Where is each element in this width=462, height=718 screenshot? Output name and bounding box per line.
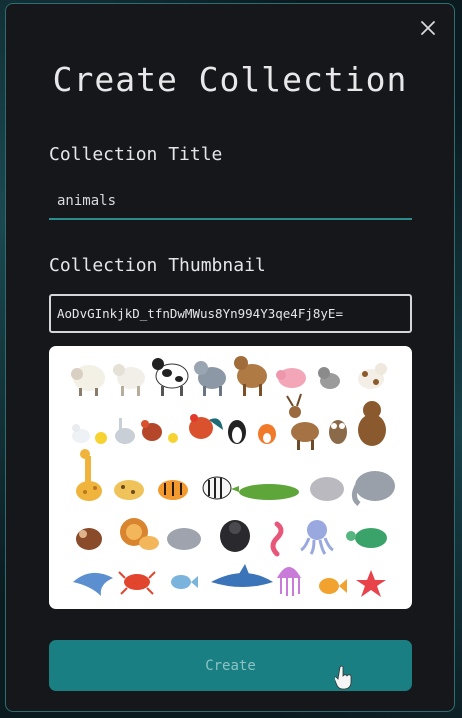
fish-figure [171,575,198,589]
goose-figure [115,418,135,444]
dog-figure [358,363,387,389]
hen-figure [141,420,162,441]
penguin-figure [228,420,246,444]
leopard-figure [114,480,144,500]
giraffe-figure [76,449,102,501]
rooster-figure [189,414,223,439]
dolphin-figure [73,572,113,596]
duckling-figure [95,432,107,444]
close-icon [421,21,435,35]
goldfish-figure [319,578,347,594]
collection-title-input[interactable] [49,184,412,220]
hippo-figure-row3 [310,477,344,501]
fox-figure [258,424,276,444]
collection-title-label: Collection Title [49,144,223,165]
owl-figure [329,420,347,444]
crab-figure [118,571,156,595]
pig-figure [276,368,306,388]
deer-figure [286,393,319,450]
gorilla-figure [220,520,250,552]
goat-figure [113,364,145,396]
starfish-figure [356,570,386,597]
cat-figure [318,367,340,389]
duck-figure [72,424,90,443]
thumbnail-preview-image [49,346,412,609]
create-collection-modal: Create Collection Collection Title Colle… [5,3,455,712]
shark-figure [211,564,273,587]
bear-figure [358,401,386,446]
hand-pointer-cursor-icon [335,665,352,690]
zebra-figure [202,476,232,500]
horse-figure [234,356,267,396]
crocodile-figure [231,484,299,500]
elephant-figure [351,471,395,506]
collection-thumbnail-input[interactable] [49,294,412,333]
lion-figure [120,518,159,550]
donkey-figure [194,361,226,396]
cow-figure [152,358,189,396]
close-button[interactable] [416,16,440,40]
create-button[interactable]: Create [49,640,412,691]
animals-collage-illustration [71,356,395,597]
octopus-figure [300,520,334,555]
collection-thumbnail-label: Collection Thumbnail [49,255,266,276]
jellyfish-figure [277,567,301,596]
hippo-figure-row4 [167,528,201,550]
monkey-figure [76,528,102,550]
sheep-figure [71,365,105,396]
tiger-figure [158,480,188,500]
seahorse-figure [270,521,284,557]
chick-figure [168,433,178,443]
modal-title: Create Collection [52,60,408,99]
turtle-figure [346,528,387,548]
